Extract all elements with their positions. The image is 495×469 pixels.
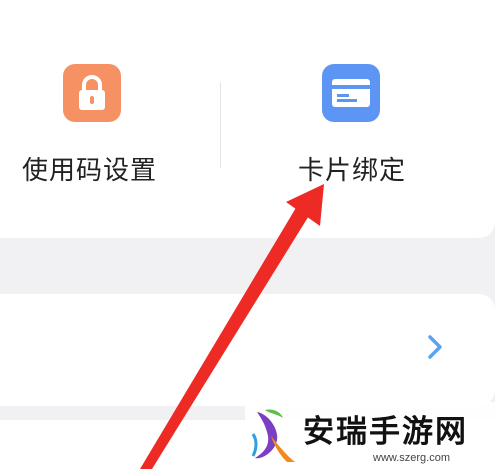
watermark-url: www.szerg.com bbox=[373, 452, 451, 464]
watermark: 安瑞手游网 www.szerg.com bbox=[245, 402, 495, 469]
quick-actions-card: 使用码设置 卡片绑定 bbox=[0, 0, 495, 238]
card-binding-label: 卡片绑定 bbox=[298, 156, 407, 186]
card-icon bbox=[322, 64, 380, 122]
watermark-logo-icon bbox=[251, 409, 295, 462]
chevron-right-icon bbox=[428, 335, 442, 359]
passcode-settings-label: 使用码设置 bbox=[22, 156, 158, 186]
card-binding-tile[interactable]: 卡片绑定 bbox=[230, 0, 495, 238]
lock-icon bbox=[63, 64, 121, 122]
watermark-title: 安瑞手游网 bbox=[303, 414, 468, 450]
list-row[interactable] bbox=[0, 294, 495, 406]
tile-divider bbox=[220, 82, 221, 168]
passcode-settings-tile[interactable]: 使用码设置 bbox=[0, 0, 247, 238]
